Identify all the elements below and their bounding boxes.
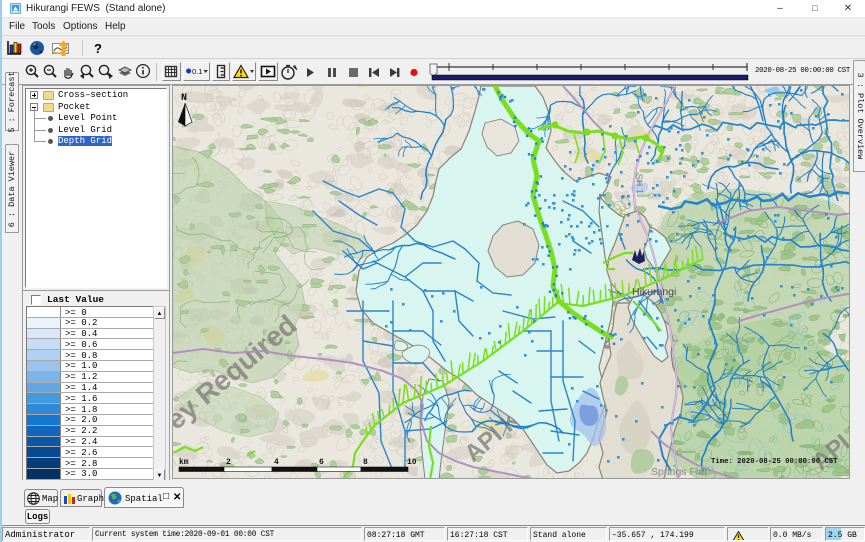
svg-text:km: km — [179, 458, 189, 467]
svg-text:8: 8 — [363, 458, 368, 467]
svg-text:6: 6 — [319, 458, 324, 467]
svg-text:10: 10 — [407, 458, 417, 467]
svg-text:0.1: 0.1 — [192, 67, 202, 76]
svg-text:4: 4 — [274, 458, 279, 467]
svg-text:SH 1: SH 1 — [634, 174, 645, 195]
svg-text:Time: 2020-08-25 00:00:00 CST: Time: 2020-08-25 00:00:00 CST — [711, 458, 838, 466]
svg-text:2: 2 — [226, 458, 231, 467]
svg-text:Hikurangi: Hikurangi — [632, 286, 676, 298]
svg-text:Springs Flat: Springs Flat — [651, 466, 707, 478]
svg-text:N: N — [181, 93, 187, 104]
svg-text:?: ? — [94, 41, 102, 56]
